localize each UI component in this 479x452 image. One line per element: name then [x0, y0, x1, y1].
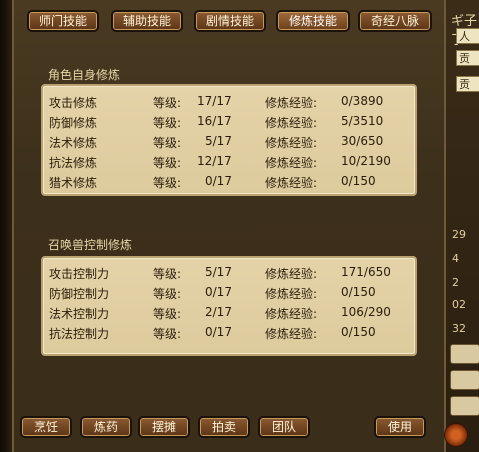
level-label: 等级:: [153, 287, 182, 301]
exp-value: 30/650: [341, 134, 384, 148]
exp-label: 修炼经验:: [265, 307, 318, 321]
exp-label: 修炼经验:: [265, 287, 318, 301]
level-label: 等级:: [153, 156, 182, 170]
background-field: 贡: [456, 76, 479, 92]
skill-name: 猎术修炼: [49, 176, 98, 190]
tab-story-skills[interactable]: 剧情技能: [194, 10, 266, 32]
level-value: 5/17: [205, 134, 232, 148]
exp-value: 5/3510: [341, 114, 384, 128]
exp-value: 171/650: [341, 265, 391, 279]
exp-value: 0/150: [341, 174, 376, 188]
cultivation-row[interactable]: 攻击修炼 等级: 17/17 修炼经验: 0/3890: [43, 94, 415, 112]
skills-panel: 师门技能 辅助技能 剧情技能 修炼技能 奇经八脉 角色自身修炼 攻击修炼 等级:…: [12, 0, 446, 452]
background-number: 02: [452, 298, 466, 311]
exp-value: 106/290: [341, 305, 391, 319]
background-button[interactable]: [450, 396, 479, 416]
tab-meridians[interactable]: 奇经八脉: [358, 10, 432, 32]
skill-name: 防御修炼: [49, 116, 98, 130]
background-number: 29: [452, 228, 466, 241]
level-value: 5/17: [205, 265, 232, 279]
background-number: 4: [452, 252, 459, 265]
cultivation-row[interactable]: 防御修炼 等级: 16/17 修炼经验: 5/3510: [43, 114, 415, 132]
level-label: 等级:: [153, 96, 182, 110]
exp-label: 修炼经验:: [265, 176, 318, 190]
exp-label: 修炼经验:: [265, 116, 318, 130]
skill-name: 攻击修炼: [49, 96, 98, 110]
level-label: 等级:: [153, 267, 182, 281]
skill-name: 防御控制力: [49, 287, 110, 301]
cultivation-row[interactable]: 防御控制力 等级: 0/17 修炼经验: 0/150: [43, 285, 415, 303]
team-button[interactable]: 团队: [258, 416, 310, 438]
skill-name: 攻击控制力: [49, 267, 110, 281]
cultivation-row[interactable]: 法术控制力 等级: 2/17 修炼经验: 106/290: [43, 305, 415, 323]
cultivation-row[interactable]: 抗法控制力 等级: 0/17 修炼经验: 0/150: [43, 325, 415, 343]
self-cultivation-title: 角色自身修炼: [48, 68, 121, 82]
exp-label: 修炼经验:: [265, 156, 318, 170]
pet-cultivation-title: 召唤兽控制修炼: [48, 238, 133, 252]
exp-value: 0/150: [341, 325, 376, 339]
level-label: 等级:: [153, 307, 182, 321]
level-value: 12/17: [197, 154, 232, 168]
level-value: 0/17: [205, 174, 232, 188]
level-label: 等级:: [153, 327, 182, 341]
background-field: 贡: [456, 50, 479, 66]
tab-cultivation-skills[interactable]: 修炼技能: [276, 10, 350, 32]
tab-support-skills[interactable]: 辅助技能: [111, 10, 183, 32]
skill-name: 法术修炼: [49, 136, 98, 150]
tab-shimen-skills[interactable]: 师门技能: [27, 10, 99, 32]
cultivation-row[interactable]: 法术修炼 等级: 5/17 修炼经验: 30/650: [43, 134, 415, 152]
gear-icon[interactable]: [444, 423, 468, 447]
background-number: 32: [452, 322, 466, 335]
background-field: 人: [456, 28, 479, 44]
pet-cultivation-box: 攻击控制力 等级: 5/17 修炼经验: 171/650 防御控制力 等级: 0…: [41, 256, 417, 356]
background-button[interactable]: [450, 344, 479, 364]
exp-value: 10/2190: [341, 154, 391, 168]
auction-button[interactable]: 拍卖: [198, 416, 250, 438]
level-value: 17/17: [197, 94, 232, 108]
exp-value: 0/150: [341, 285, 376, 299]
level-value: 0/17: [205, 325, 232, 339]
self-cultivation-box: 攻击修炼 等级: 17/17 修炼经验: 0/3890 防御修炼 等级: 16/…: [41, 84, 417, 196]
level-value: 16/17: [197, 114, 232, 128]
level-value: 0/17: [205, 285, 232, 299]
exp-label: 修炼经验:: [265, 136, 318, 150]
level-value: 2/17: [205, 305, 232, 319]
cultivation-row[interactable]: 猎术修炼 等级: 0/17 修炼经验: 0/150: [43, 174, 415, 192]
exp-label: 修炼经验:: [265, 96, 318, 110]
use-button[interactable]: 使用: [374, 416, 426, 438]
cultivation-row[interactable]: 抗法修炼 等级: 12/17 修炼经验: 10/2190: [43, 154, 415, 172]
exp-label: 修炼经验:: [265, 327, 318, 341]
level-label: 等级:: [153, 116, 182, 130]
exp-label: 修炼经验:: [265, 267, 318, 281]
cooking-button[interactable]: 烹饪: [20, 416, 72, 438]
level-label: 等级:: [153, 136, 182, 150]
skill-name: 抗法控制力: [49, 327, 110, 341]
left-edge-background: [0, 0, 12, 452]
exp-value: 0/3890: [341, 94, 384, 108]
cultivation-row[interactable]: 攻击控制力 等级: 5/17 修炼经验: 171/650: [43, 265, 415, 283]
alchemy-button[interactable]: 炼药: [80, 416, 132, 438]
background-button[interactable]: [450, 370, 479, 390]
level-label: 等级:: [153, 176, 182, 190]
skill-name: 抗法修炼: [49, 156, 98, 170]
background-number: 2: [452, 276, 459, 289]
stall-button[interactable]: 摆摊: [138, 416, 190, 438]
skill-name: 法术控制力: [49, 307, 110, 321]
